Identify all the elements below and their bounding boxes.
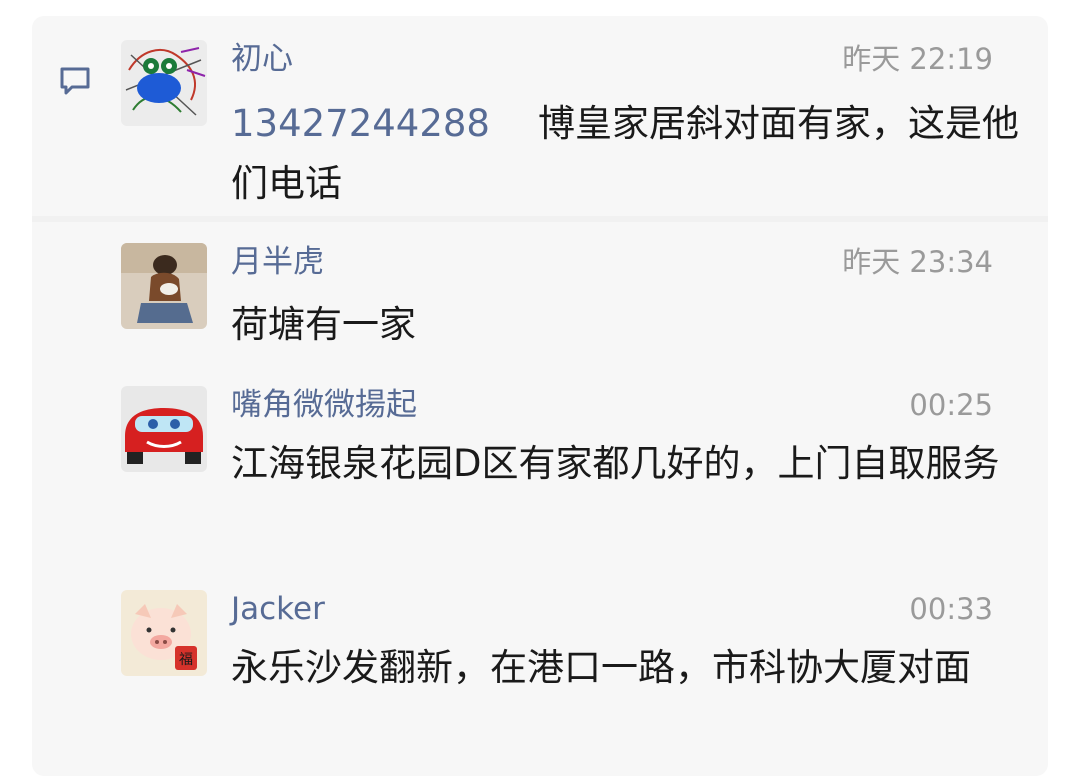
comment-text: 江海银泉花园D区有家都几好的，上门自取服务 — [231, 442, 1000, 485]
avatar-person-icon — [121, 243, 207, 329]
avatar[interactable] — [121, 386, 207, 472]
avatar[interactable] — [121, 40, 207, 126]
comment-text: 永乐沙发翻新，在港口一路，市科协大厦对面 — [231, 646, 971, 689]
comment-item: 福 Jacker 00:33 永乐沙发翻新，在港口一路，市科协大厦对面 — [0, 590, 1080, 764]
comment-item: 嘴角微微揚起 00:25 江海银泉花园D区有家都几好的，上门自取服务 — [0, 386, 1080, 556]
comment-item: 初心 昨天 22:19 13427244288 博皇家居斜对面有家，这是他们电话 — [0, 40, 1080, 210]
comment-author[interactable]: 嘴角微微揚起 — [231, 386, 417, 424]
avatar[interactable]: 福 — [121, 590, 207, 676]
comment-author[interactable]: 初心 — [231, 40, 293, 78]
fu-badge-text: 福 — [179, 652, 193, 668]
comment-time: 昨天 23:34 — [842, 245, 993, 279]
comment-time: 00:25 — [909, 388, 993, 422]
comment-text: 13427244288 博皇家居斜对面有家，这是他们电话 — [231, 94, 1031, 214]
avatar[interactable] — [121, 243, 207, 329]
avatar-pig-icon: 福 — [121, 590, 207, 676]
avatar-scribble-icon — [121, 40, 207, 126]
avatar-race-car-icon — [121, 386, 207, 472]
comment-time: 昨天 22:19 — [842, 42, 993, 76]
comment-item: 月半虎 昨天 23:34 荷塘有一家 — [0, 243, 1080, 353]
phone-link[interactable]: 13427244288 — [231, 102, 490, 145]
comment-author[interactable]: Jacker — [231, 590, 325, 628]
comment-divider — [32, 216, 1048, 222]
comment-time: 00:33 — [909, 592, 993, 626]
comment-author[interactable]: 月半虎 — [231, 243, 324, 281]
comment-text: 荷塘有一家 — [231, 303, 416, 346]
